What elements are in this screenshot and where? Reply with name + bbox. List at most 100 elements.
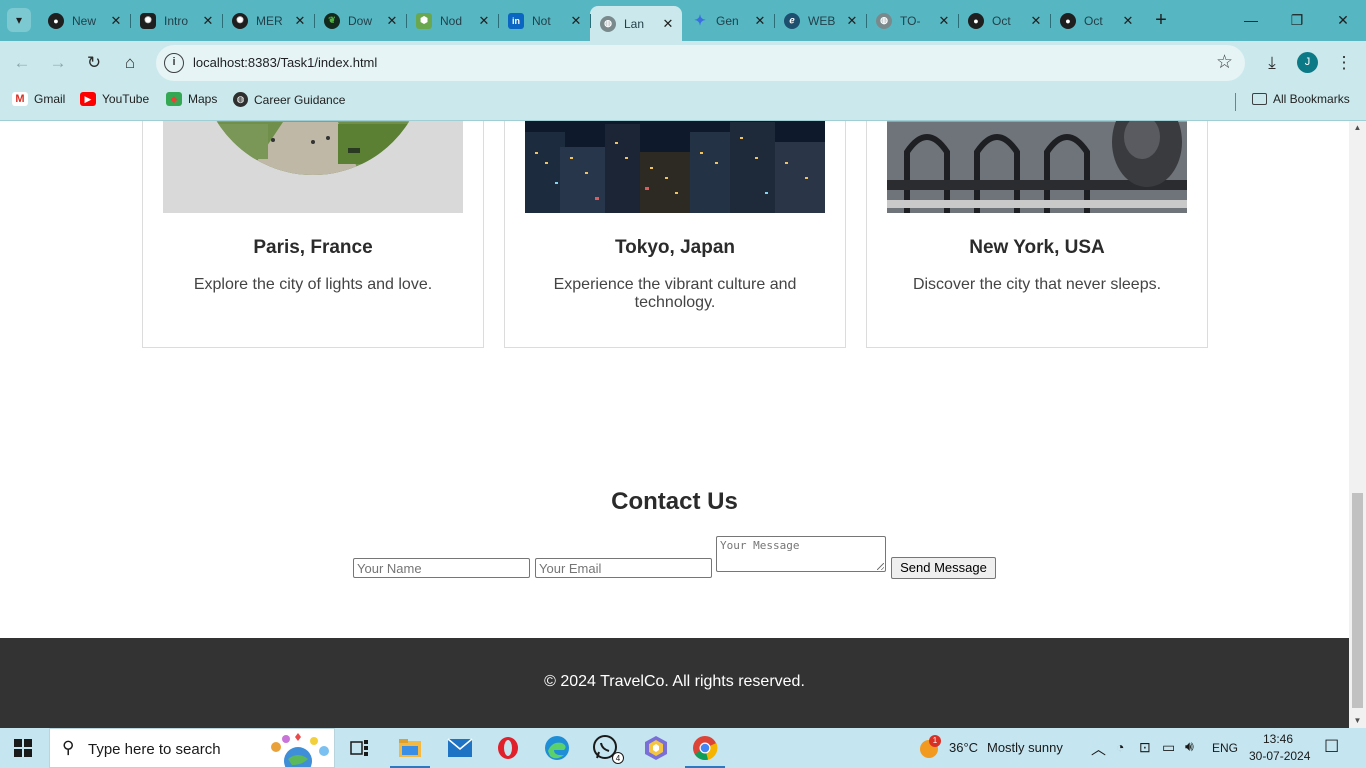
tab-title: Nod <box>440 13 463 28</box>
tab[interactable]: ● New ✕ <box>38 6 130 35</box>
clock-time[interactable]: 13:46 <box>1263 732 1293 746</box>
address-bar[interactable]: i localhost:8383/Task1/index.html ☆ <box>156 45 1245 81</box>
vertical-scrollbar[interactable]: ▲ ▼ <box>1349 121 1366 728</box>
tab[interactable]: ⬢ Nod ✕ <box>406 6 498 35</box>
close-icon[interactable]: ✕ <box>844 13 860 29</box>
bookmark-label: Career Guidance <box>254 92 346 107</box>
bookmark-career-guidance[interactable]: ◍ Career Guidance <box>233 92 345 107</box>
whatsapp-icon[interactable]: 4 <box>590 732 624 764</box>
tab-active[interactable]: ◍ Lan ✕ <box>590 6 682 41</box>
tab[interactable]: ◍ TO- ✕ <box>866 6 958 35</box>
resize-grip-icon[interactable] <box>877 563 884 570</box>
weather-icon[interactable]: 1 <box>918 735 941 759</box>
mail-icon[interactable] <box>444 732 476 764</box>
home-icon[interactable]: ⌂ <box>117 50 143 76</box>
gmail-icon: M <box>12 92 28 106</box>
github-icon: ● <box>968 12 984 29</box>
tab-search-chevron-icon[interactable]: ▾ <box>7 8 31 32</box>
tab[interactable]: ✺ Intro ✕ <box>130 6 222 35</box>
opera-icon[interactable] <box>492 732 524 764</box>
profile-avatar[interactable]: J <box>1297 52 1318 73</box>
message-placeholder: Your Message <box>720 539 800 552</box>
url-text[interactable]: localhost:8383/Task1/index.html <box>193 55 377 70</box>
minimize-icon[interactable]: — <box>1236 8 1266 32</box>
temperature[interactable]: 36°C <box>949 740 978 755</box>
tab[interactable]: ✺ MER ✕ <box>222 6 314 35</box>
edge-browser-icon[interactable] <box>541 732 573 764</box>
app-cube-icon[interactable] <box>640 732 672 764</box>
chatgpt-icon: ✺ <box>140 12 156 29</box>
whatsapp-badge: 4 <box>612 752 624 764</box>
close-icon[interactable]: ✕ <box>292 13 308 29</box>
notification-icon[interactable]: ☐ <box>1324 737 1339 757</box>
bookmark-label: YouTube <box>102 92 150 106</box>
gemini-icon: ✦ <box>694 12 706 28</box>
language-indicator[interactable]: ENG <box>1212 741 1238 755</box>
close-icon[interactable]: ✕ <box>200 13 216 29</box>
destination-card-newyork: New York, USA Discover the city that nev… <box>866 121 1208 348</box>
tab-title: WEB <box>808 13 836 28</box>
file-explorer-icon[interactable] <box>390 732 430 768</box>
tab[interactable]: ℯ WEB ✕ <box>774 6 866 35</box>
clock-date[interactable]: 30-07-2024 <box>1249 749 1310 763</box>
task-view-icon[interactable] <box>344 732 376 764</box>
bookmark-gmail[interactable]: M Gmail <box>12 92 65 106</box>
name-input[interactable] <box>353 558 530 578</box>
scroll-down-icon[interactable]: ▼ <box>1349 714 1366 728</box>
youtube-icon: ▶ <box>80 92 96 106</box>
tab-title: Intro <box>164 13 189 28</box>
all-bookmarks[interactable]: All Bookmarks <box>1252 92 1350 106</box>
close-icon[interactable]: ✕ <box>936 13 952 29</box>
weather-text[interactable]: Mostly sunny <box>987 740 1063 755</box>
browser-toolbar: ← → ↻ ⌂ i localhost:8383/Task1/index.htm… <box>0 41 1366 85</box>
send-message-button[interactable]: Send Message <box>891 557 996 579</box>
tab-title: Lan <box>624 16 645 31</box>
close-icon[interactable]: ✕ <box>1028 13 1044 29</box>
menu-kebab-icon[interactable]: ⋮ <box>1331 50 1357 76</box>
globe-icon: ◍ <box>233 92 248 107</box>
edge-icon: ℯ <box>784 12 800 29</box>
maps-icon: ◆ <box>166 92 182 106</box>
scroll-up-icon[interactable]: ▲ <box>1349 121 1366 135</box>
close-icon[interactable]: ✕ <box>660 16 676 32</box>
close-icon[interactable]: ✕ <box>384 13 400 29</box>
bookmark-youtube[interactable]: ▶ YouTube <box>80 92 149 106</box>
tab[interactable]: in Not ✕ <box>498 6 590 35</box>
bookmarks-bar: M Gmail ▶ YouTube ◆ Maps ◍ Career Guidan… <box>0 85 1366 121</box>
message-textarea[interactable]: Your Message <box>716 536 886 572</box>
close-icon[interactable]: ✕ <box>108 13 124 29</box>
bookmark-maps[interactable]: ◆ Maps <box>166 92 217 106</box>
chevron-up-icon[interactable]: ︿ <box>1091 738 1106 759</box>
bookmark-star-icon[interactable]: ☆ <box>1216 51 1233 74</box>
tab[interactable]: ✦ Gen ✕ <box>682 6 774 35</box>
new-tab-plus-icon[interactable]: + <box>1150 8 1172 32</box>
scrollbar-thumb[interactable] <box>1352 493 1363 708</box>
volume-icon[interactable]: 🔊︎ <box>1185 738 1194 755</box>
page-viewport: Paris, France Explore the city of lights… <box>0 121 1349 728</box>
close-icon[interactable]: ✕ <box>476 13 492 29</box>
device-icon[interactable]: ⊡ <box>1139 739 1151 756</box>
destination-card-paris: Paris, France Explore the city of lights… <box>142 121 484 348</box>
taskbar-search-box[interactable]: ⚲ Type here to search <box>49 728 335 768</box>
window-close-icon[interactable]: ✕ <box>1328 8 1358 32</box>
tab-title: Oct <box>1084 13 1103 28</box>
tab[interactable]: ● Oct ✕ <box>958 6 1050 35</box>
close-icon[interactable]: ✕ <box>568 13 584 29</box>
reload-icon[interactable]: ↻ <box>81 50 107 76</box>
tab[interactable]: ● Oct ✕ <box>1050 6 1142 35</box>
download-icon[interactable]: ⤓ <box>1259 50 1285 76</box>
github-icon: ● <box>1060 12 1076 29</box>
back-arrow-icon[interactable]: ← <box>9 50 35 76</box>
network-icon[interactable]: ◔ <box>1116 739 1124 755</box>
close-icon[interactable]: ✕ <box>1120 13 1136 29</box>
email-input[interactable] <box>535 558 712 578</box>
site-info-icon[interactable]: i <box>164 53 184 73</box>
battery-icon[interactable]: ▭ <box>1162 739 1175 756</box>
chrome-icon[interactable] <box>685 732 725 768</box>
windows-start-icon[interactable] <box>14 739 32 757</box>
forward-arrow-icon[interactable]: → <box>45 50 71 76</box>
restore-icon[interactable]: ❐ <box>1282 8 1312 32</box>
tab[interactable]: ❦ Dow ✕ <box>314 6 406 35</box>
close-icon[interactable]: ✕ <box>752 13 768 29</box>
tab-title: MER <box>256 13 283 28</box>
